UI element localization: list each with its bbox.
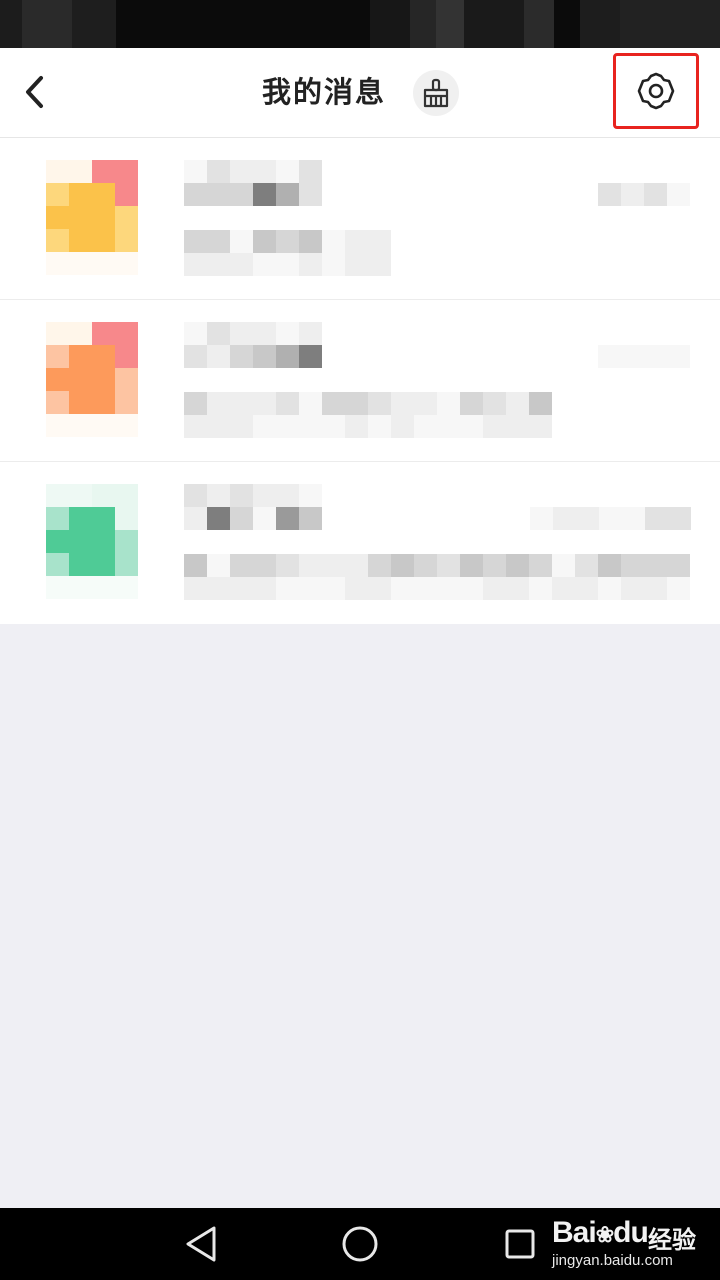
- watermark-cn: 经验: [648, 1226, 696, 1254]
- broom-icon: [423, 78, 449, 108]
- clear-messages-button[interactable]: [413, 70, 459, 116]
- gear-icon: [637, 72, 675, 110]
- nav-back-button[interactable]: [178, 1222, 222, 1266]
- nav-home-button[interactable]: [338, 1222, 382, 1266]
- back-button[interactable]: [14, 70, 54, 114]
- message-list: [0, 138, 720, 624]
- status-bar: [0, 0, 720, 48]
- triangle-back-icon: [186, 1226, 216, 1262]
- watermark-brand: Bai❀du: [552, 1216, 649, 1249]
- settings-button[interactable]: [613, 53, 699, 129]
- message-item[interactable]: [0, 462, 720, 624]
- circle-home-icon: [342, 1226, 378, 1262]
- square-recents-icon: [505, 1229, 535, 1259]
- message-item[interactable]: [0, 138, 720, 300]
- baidu-watermark: Bai❀du 经验 jingyan.baidu.com: [552, 1216, 712, 1276]
- paw-icon: ❀: [595, 1222, 614, 1247]
- watermark-url: jingyan.baidu.com: [552, 1252, 673, 1269]
- chevron-left-icon: [26, 76, 43, 108]
- nav-recents-button[interactable]: [498, 1222, 542, 1266]
- message-item[interactable]: [0, 300, 720, 462]
- header: 我的消息: [0, 48, 720, 138]
- page-title: 我的消息: [262, 75, 387, 109]
